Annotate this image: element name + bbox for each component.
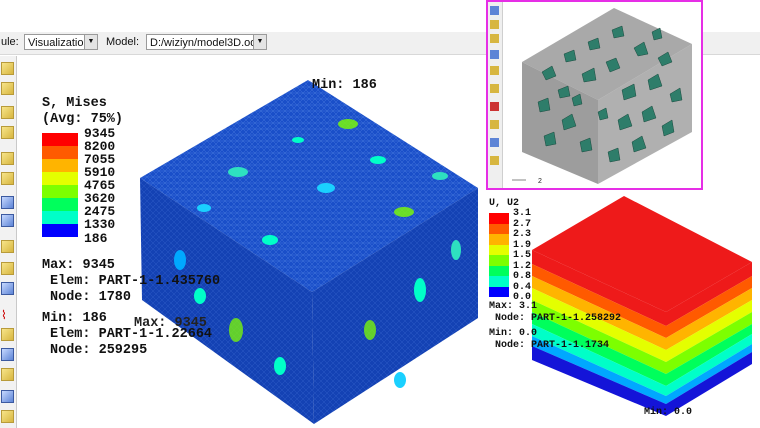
- u2-min-node: Node: PART-1-1.1734: [495, 340, 610, 351]
- legend-value: 0.4: [513, 281, 532, 293]
- u2-max-node: Node: PART-1-1.258292: [495, 313, 622, 324]
- legend-swatch: [489, 223, 509, 234]
- legend-value: 2.7: [513, 218, 532, 230]
- u2-min-marker: Min: 0.0: [644, 407, 693, 418]
- legend-swatch: [489, 286, 509, 297]
- legend-swatch: [489, 234, 509, 245]
- u2-min-value: Min: 0.0: [489, 328, 538, 339]
- u2-max-value: Max: 3.1: [489, 301, 538, 312]
- legend-swatch: [489, 265, 509, 276]
- legend-value: 3.1: [513, 208, 532, 219]
- legend-swatch: [489, 244, 509, 255]
- legend-swatch: [489, 276, 509, 287]
- legend-value: 1.2: [513, 260, 532, 272]
- legend-swatch: [489, 213, 509, 224]
- legend-value: 1.9: [513, 239, 532, 251]
- legend-swatch: [489, 255, 509, 266]
- legend-value: 2.3: [513, 229, 532, 240]
- legend-value: 1.5: [513, 250, 532, 261]
- u2-contour-model[interactable]: [0, 0, 760, 428]
- legend-value: 0.8: [513, 271, 532, 282]
